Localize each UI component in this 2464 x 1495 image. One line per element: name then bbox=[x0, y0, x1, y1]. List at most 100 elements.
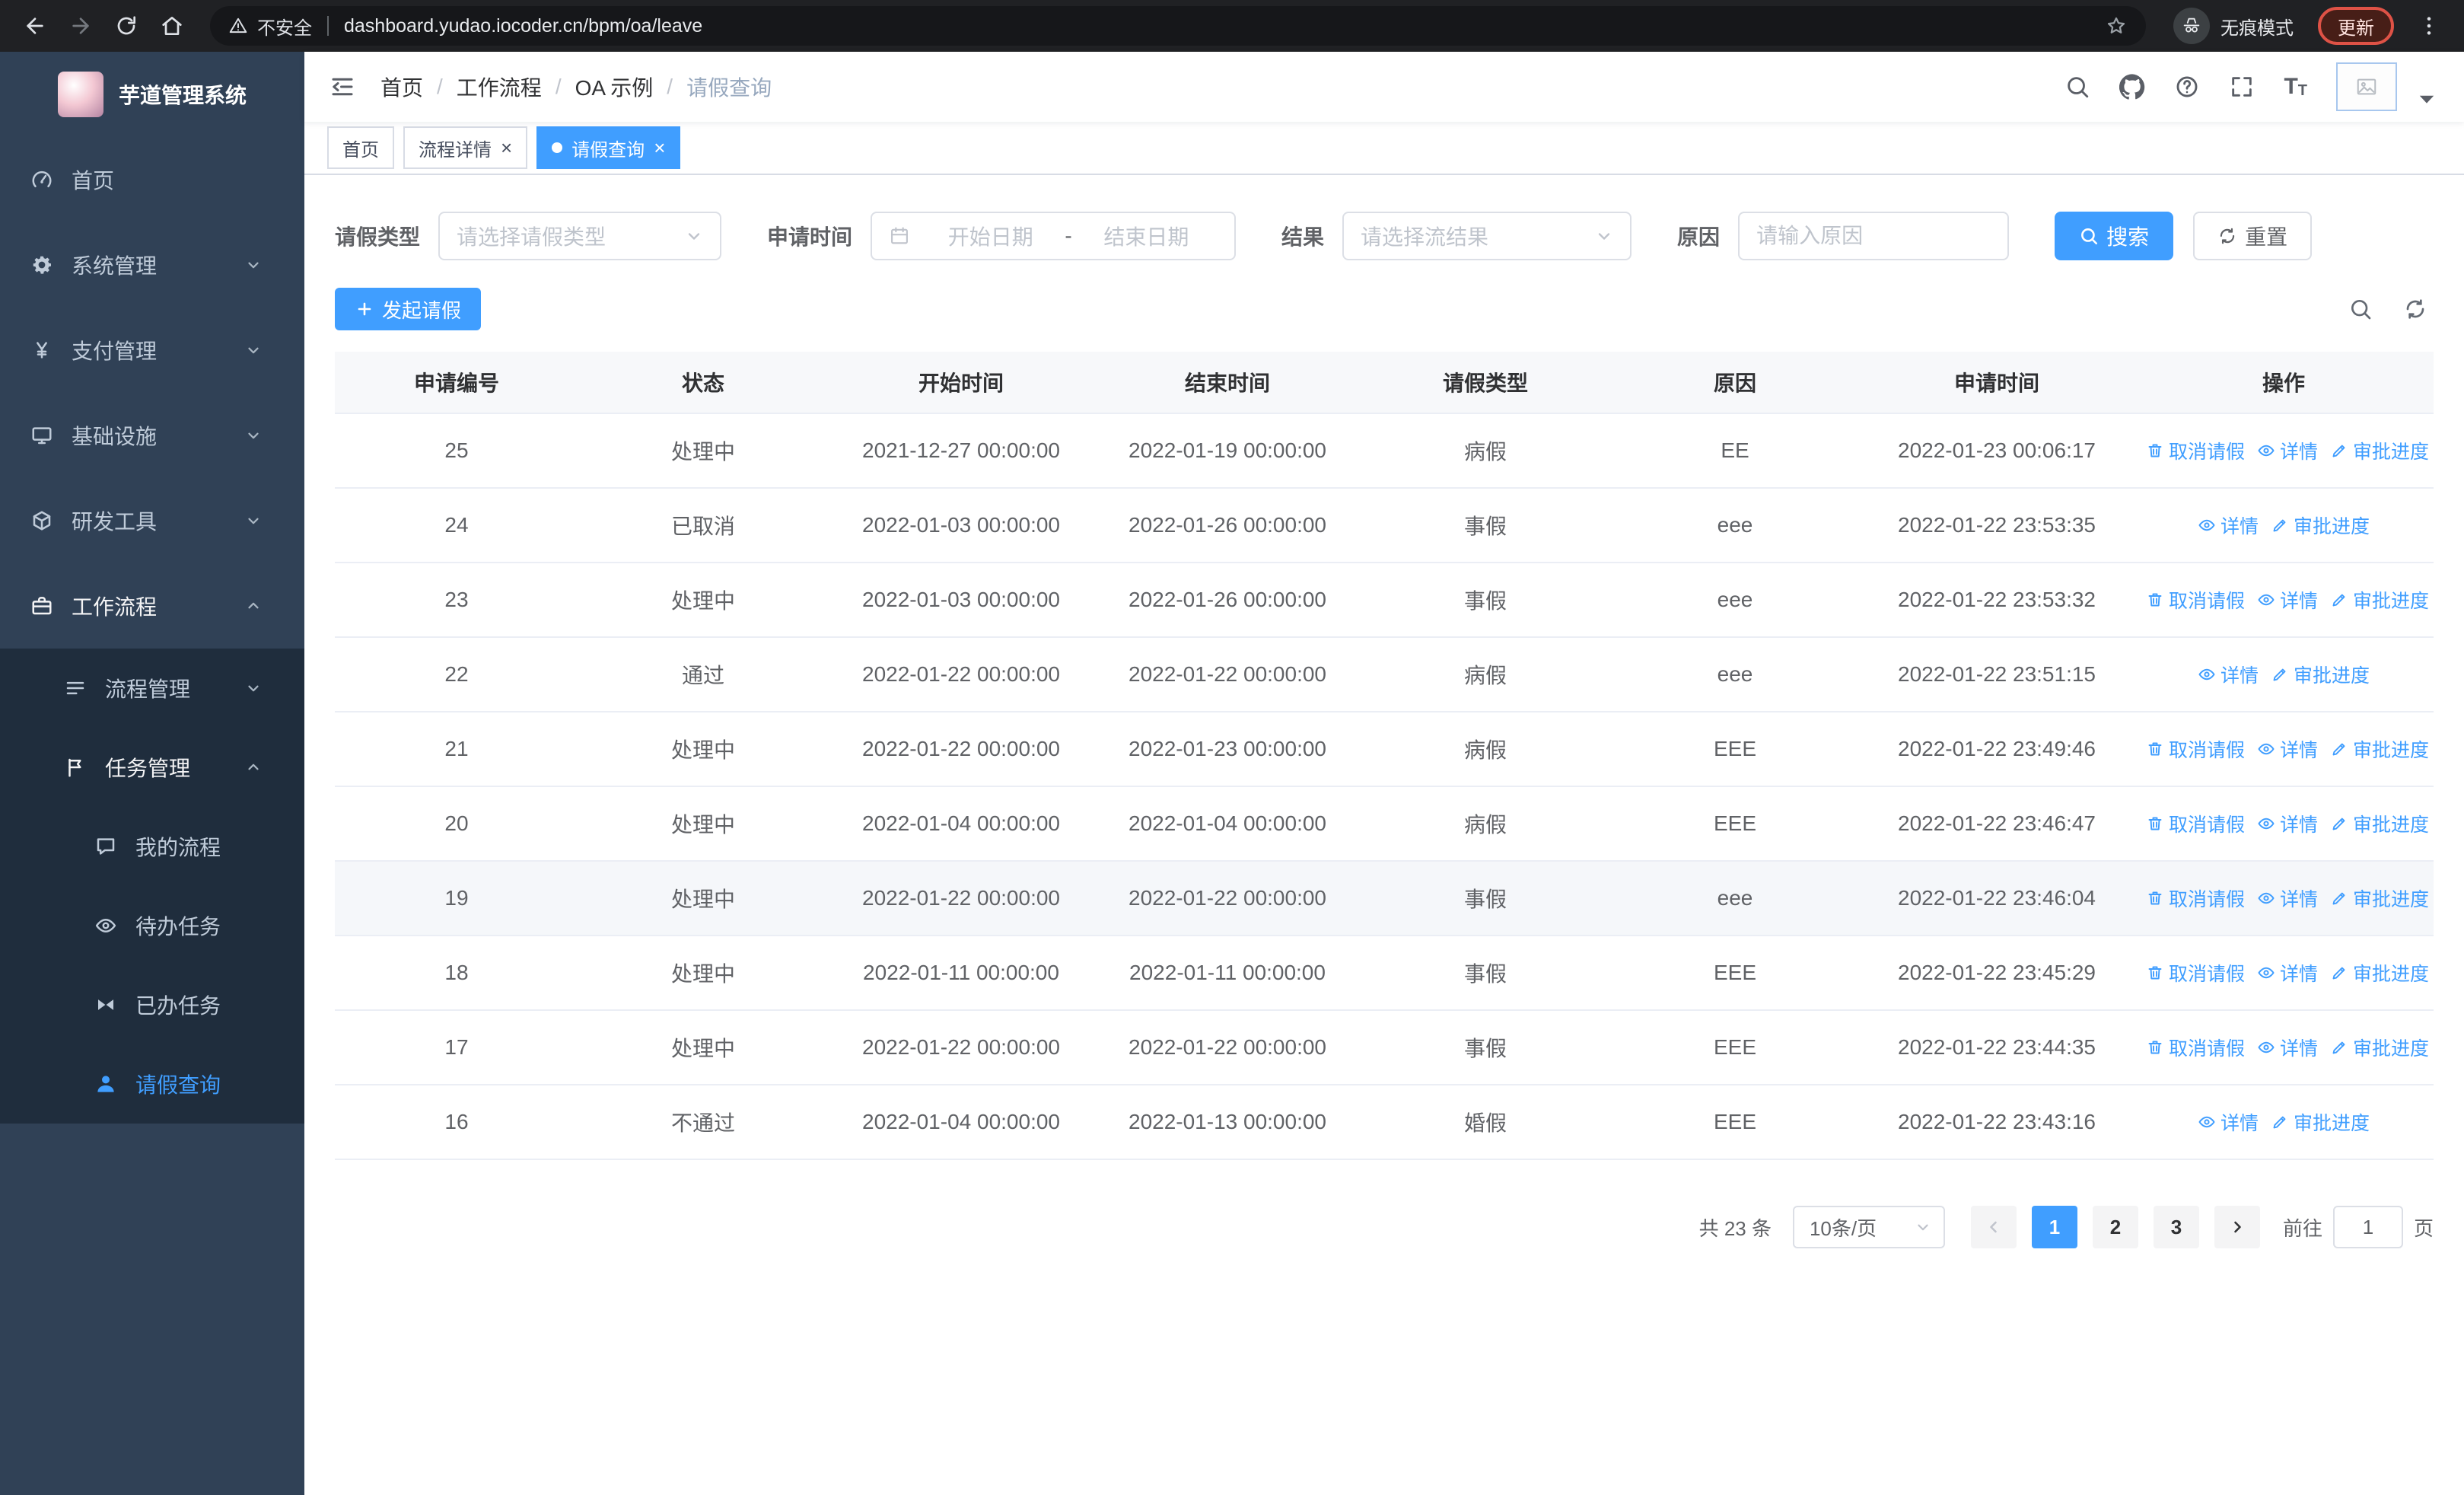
page-size-select[interactable]: 10条/页 bbox=[1792, 1206, 1945, 1248]
approval-progress-link[interactable]: 审批进度 bbox=[2330, 810, 2429, 837]
page-content: 请假类型 请选择请假类型 申请时间 开始日期 - 结束日期 结果 请选择流结果 … bbox=[304, 175, 2464, 1495]
goto-page-input[interactable] bbox=[2332, 1206, 2403, 1248]
address-bar[interactable]: 不安全 dashboard.yudao.iocoder.cn/bpm/oa/le… bbox=[210, 6, 2146, 46]
approval-progress-link[interactable]: 审批进度 bbox=[2330, 586, 2429, 614]
sidebar-item-done-tasks[interactable]: 已办任务 bbox=[0, 965, 304, 1044]
search-button[interactable]: 搜索 bbox=[2055, 212, 2174, 260]
tab-close-icon[interactable]: × bbox=[501, 138, 512, 158]
column-header: 结束时间 bbox=[1094, 352, 1361, 414]
detail-link[interactable]: 详情 bbox=[2198, 1108, 2259, 1136]
list-icon bbox=[64, 677, 87, 700]
page-button-2[interactable]: 2 bbox=[2092, 1206, 2138, 1248]
cancel-leave-link[interactable]: 取消请假 bbox=[2146, 959, 2245, 987]
sidebar-item-my-processes[interactable]: 我的流程 bbox=[0, 807, 304, 886]
header-actions: TT bbox=[2064, 62, 2440, 112]
cell-reason: EEE bbox=[1610, 936, 1860, 1011]
gear-icon bbox=[30, 253, 53, 276]
sidebar-item-leave-query[interactable]: 请假查询 bbox=[0, 1044, 304, 1124]
home-button[interactable] bbox=[152, 6, 192, 46]
detail-link[interactable]: 详情 bbox=[2257, 1034, 2318, 1061]
detail-link[interactable]: 详情 bbox=[2198, 661, 2259, 688]
page-button-1[interactable]: 1 bbox=[2031, 1206, 2077, 1248]
cell-end_time: 2022-01-22 00:00:00 bbox=[1094, 637, 1361, 712]
approval-progress-link[interactable]: 审批进度 bbox=[2271, 1108, 2370, 1136]
reset-button[interactable]: 重置 bbox=[2193, 212, 2313, 260]
breadcrumb-item-home[interactable]: 首页 bbox=[380, 72, 423, 102]
user-menu-caret-icon[interactable] bbox=[2414, 86, 2440, 112]
leave-type-select[interactable]: 请选择请假类型 bbox=[438, 212, 722, 260]
sidebar-item-home[interactable]: 首页 bbox=[0, 137, 304, 222]
reason-input[interactable] bbox=[1738, 212, 2010, 260]
sidebar-item-system-management[interactable]: 系统管理 bbox=[0, 222, 304, 308]
column-header: 原因 bbox=[1610, 352, 1860, 414]
page-button-3[interactable]: 3 bbox=[2153, 1206, 2199, 1248]
breadcrumb-item-oa-example[interactable]: OA 示例 bbox=[575, 72, 654, 102]
search-icon[interactable] bbox=[2064, 74, 2090, 100]
cancel-leave-link[interactable]: 取消请假 bbox=[2146, 885, 2245, 912]
sidebar-item-infrastructure[interactable]: 基础设施 bbox=[0, 393, 304, 478]
approval-progress-link[interactable]: 审批进度 bbox=[2330, 437, 2429, 464]
approval-progress-link[interactable]: 审批进度 bbox=[2271, 512, 2370, 539]
sidebar-item-label: 待办任务 bbox=[135, 915, 221, 939]
update-button[interactable]: 更新 bbox=[2318, 7, 2394, 45]
font-size-icon[interactable]: TT bbox=[2284, 75, 2307, 99]
tab-2[interactable]: 流程详情 × bbox=[403, 126, 528, 169]
fullscreen-icon[interactable] bbox=[2229, 74, 2255, 100]
result-select[interactable]: 请选择流结果 bbox=[1342, 212, 1632, 260]
create-leave-button[interactable]: 发起请假 bbox=[335, 288, 482, 330]
cell-actions: 详情 审批进度 bbox=[2134, 1085, 2434, 1160]
detail-link[interactable]: 详情 bbox=[2257, 437, 2318, 464]
chevron-down-icon bbox=[245, 342, 262, 359]
github-icon[interactable] bbox=[2119, 74, 2145, 100]
tab-1[interactable]: 首页 bbox=[327, 126, 394, 169]
table-refresh-icon[interactable] bbox=[2403, 297, 2427, 321]
detail-link[interactable]: 详情 bbox=[2257, 959, 2318, 987]
browser-menu-button[interactable] bbox=[2409, 6, 2449, 46]
approval-progress-link[interactable]: 审批进度 bbox=[2330, 885, 2429, 912]
chevron-down-icon bbox=[1915, 1219, 1931, 1235]
security-chip[interactable]: 不安全 bbox=[228, 13, 312, 40]
sidebar-item-process-management[interactable]: 流程管理 bbox=[0, 649, 304, 728]
breadcrumb-item-workflow[interactable]: 工作流程 bbox=[457, 72, 542, 102]
cell-actions: 取消请假 详情 审批进度 bbox=[2134, 936, 2434, 1011]
reload-button[interactable] bbox=[107, 6, 146, 46]
prev-page-button[interactable] bbox=[1970, 1206, 2017, 1248]
sidebar-toggle-icon[interactable] bbox=[329, 73, 356, 100]
user-avatar[interactable] bbox=[2336, 62, 2397, 111]
table-search-icon[interactable] bbox=[2348, 297, 2373, 321]
app-logo[interactable]: 芋道管理系统 bbox=[0, 52, 304, 137]
sidebar-item-todo-tasks[interactable]: 待办任务 bbox=[0, 886, 304, 965]
forward-button[interactable] bbox=[61, 6, 100, 46]
next-page-button[interactable] bbox=[2214, 1206, 2260, 1248]
sidebar-item-payment-management[interactable]: 支付管理 bbox=[0, 308, 304, 393]
eye-icon bbox=[2198, 665, 2216, 684]
help-icon[interactable] bbox=[2174, 74, 2200, 100]
approval-progress-link[interactable]: 审批进度 bbox=[2330, 1034, 2429, 1061]
approval-progress-link[interactable]: 审批进度 bbox=[2330, 959, 2429, 987]
sidebar-item-task-management[interactable]: 任务管理 bbox=[0, 728, 304, 807]
apply-time-range-picker[interactable]: 开始日期 - 结束日期 bbox=[871, 212, 1237, 260]
detail-link[interactable]: 详情 bbox=[2198, 512, 2259, 539]
sidebar-item-dev-tools[interactable]: 研发工具 bbox=[0, 478, 304, 563]
cancel-leave-link[interactable]: 取消请假 bbox=[2146, 586, 2245, 614]
cancel-leave-link[interactable]: 取消请假 bbox=[2146, 1034, 2245, 1061]
detail-link[interactable]: 详情 bbox=[2257, 810, 2318, 837]
approval-progress-link[interactable]: 审批进度 bbox=[2271, 661, 2370, 688]
cancel-leave-link[interactable]: 取消请假 bbox=[2146, 810, 2245, 837]
tab-3[interactable]: 请假查询 × bbox=[536, 126, 681, 169]
bookmark-star-icon[interactable] bbox=[2105, 14, 2128, 37]
detail-link[interactable]: 详情 bbox=[2257, 586, 2318, 614]
table-toolbar: 发起请假 bbox=[335, 288, 2434, 330]
delete-icon bbox=[2146, 441, 2164, 460]
back-button[interactable] bbox=[15, 6, 55, 46]
cell-actions: 取消请假 详情 审批进度 bbox=[2134, 712, 2434, 787]
tab-close-icon[interactable]: × bbox=[654, 138, 665, 158]
sidebar-item-workflow[interactable]: 工作流程 bbox=[0, 563, 304, 649]
detail-link[interactable]: 详情 bbox=[2257, 885, 2318, 912]
cell-reason: EEE bbox=[1610, 1010, 1860, 1085]
approval-progress-link[interactable]: 审批进度 bbox=[2330, 735, 2429, 763]
cell-start_time: 2022-01-04 00:00:00 bbox=[828, 786, 1094, 862]
cancel-leave-link[interactable]: 取消请假 bbox=[2146, 437, 2245, 464]
cancel-leave-link[interactable]: 取消请假 bbox=[2146, 735, 2245, 763]
detail-link[interactable]: 详情 bbox=[2257, 735, 2318, 763]
